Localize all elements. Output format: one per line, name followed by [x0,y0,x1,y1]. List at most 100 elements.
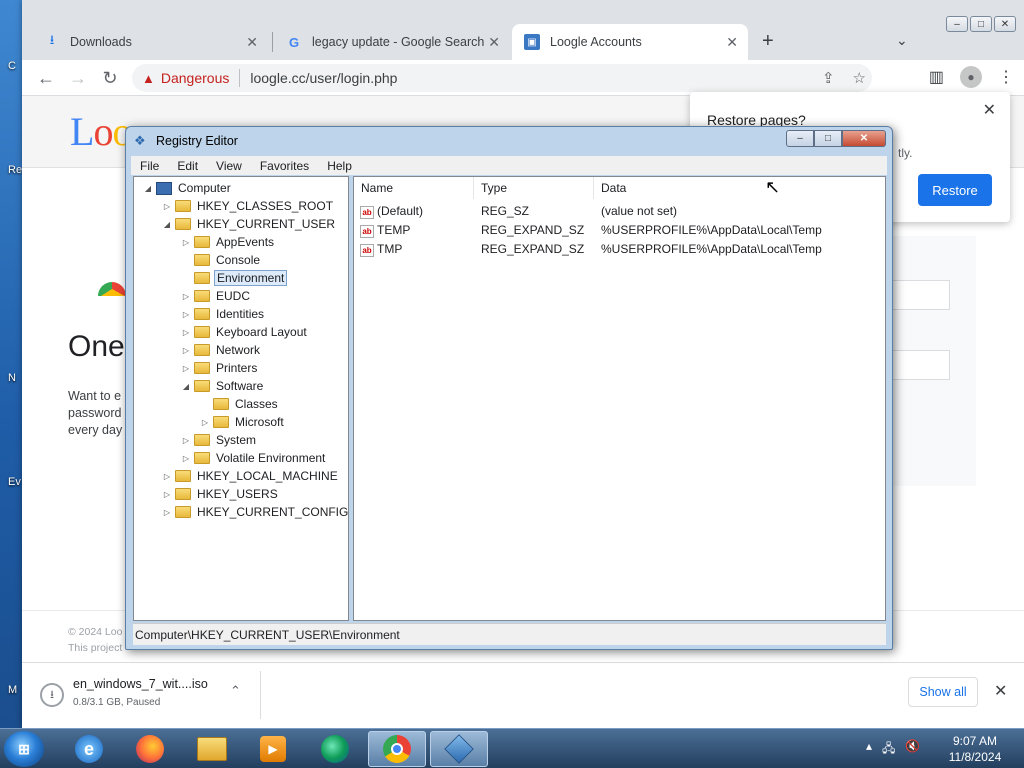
desktop-icon-label[interactable]: M [8,684,17,696]
expand-arrow-icon[interactable]: ▷ [180,328,192,337]
tree-node[interactable]: ▷ Network [180,341,262,359]
internet-explorer-icon[interactable]: e [60,731,118,767]
expand-arrow-icon[interactable]: ▷ [180,436,192,445]
close-icon[interactable]: ✕ [246,34,258,51]
close-icon[interactable]: ✕ [994,681,1007,701]
minimize-button[interactable]: – [946,16,968,32]
close-button[interactable]: ✕ [994,16,1016,32]
close-icon[interactable]: ✕ [726,34,738,51]
restore-button[interactable]: Restore [918,174,992,206]
maximize-button[interactable]: □ [814,130,842,147]
menu-favorites[interactable]: Favorites [251,159,318,173]
desktop-icon-label[interactable]: Ev [8,476,21,488]
chrome-icon[interactable] [368,731,426,767]
value-row[interactable]: ab (Default) REG_SZ (value not set) [354,202,885,221]
tree-node[interactable]: ▷ EUDC [180,287,252,305]
chevron-up-icon[interactable]: ⌃ [230,683,241,699]
column-header-type[interactable]: Type [474,177,594,199]
back-button[interactable]: ← [36,68,56,88]
collapse-arrow-icon[interactable]: ◢ [142,184,154,193]
tray-expand-icon[interactable]: ▴ [866,739,872,760]
value-name: ab TMP [360,242,402,257]
system-clock[interactable]: 9:07 AM 11/8/2024 [940,733,1010,765]
menu-view[interactable]: View [207,159,251,173]
profile-avatar[interactable]: ● [960,66,982,88]
menu-file[interactable]: File [131,159,168,173]
expand-arrow-icon[interactable]: ▷ [180,454,192,463]
tree-node[interactable]: ▷ HKEY_USERS [161,485,280,503]
expand-arrow-icon[interactable]: ▷ [180,310,192,319]
address-bar[interactable]: ▲ Dangerous loogle.cc/user/login.php ⇪ ☆ [132,64,872,92]
desktop-icon-label[interactable]: N [8,372,16,384]
download-progress-icon[interactable]: ⭳ [40,683,64,707]
expand-arrow-icon[interactable]: ▷ [199,418,211,427]
column-header-name[interactable]: Name [354,177,474,199]
new-tab-button[interactable]: + [762,30,774,53]
tab-search-button[interactable]: ⌄ [896,32,908,49]
menu-edit[interactable]: Edit [168,159,207,173]
file-explorer-icon[interactable] [183,731,241,767]
bookmark-star-icon[interactable]: ☆ [853,69,866,87]
tree-node[interactable]: ▷ Volatile Environment [180,449,327,467]
menu-kebab-icon[interactable]: ⋮ [998,67,1014,87]
desktop-icon-label[interactable]: C [8,60,16,72]
tree-node[interactable]: ◢ HKEY_CURRENT_USER [161,215,337,233]
share-icon[interactable]: ⇪ [822,69,835,87]
tree-node[interactable]: Environment [180,269,288,287]
tree-node[interactable]: ▷ System [180,431,258,449]
registry-title-bar[interactable]: ❖ Registry Editor [134,133,238,149]
expand-arrow-icon[interactable]: ▷ [180,238,192,247]
tree-node[interactable]: ▷ Microsoft [199,413,286,431]
expand-arrow-icon[interactable]: ▷ [161,508,173,517]
maximize-button[interactable]: □ [970,16,992,32]
network-icon[interactable]: 🖧 [882,739,895,760]
minimize-button[interactable]: – [786,130,814,147]
folder-icon [194,308,210,320]
download-file-name[interactable]: en_windows_7_wit....iso [73,677,208,691]
tree-node[interactable]: Console [180,251,262,269]
edge-icon[interactable] [306,731,364,767]
expand-arrow-icon[interactable]: ▷ [180,364,192,373]
close-icon[interactable]: ✕ [488,34,500,51]
tree-node[interactable]: ▷ Printers [180,359,259,377]
tree-node[interactable]: ◢ Software [180,377,265,395]
media-player-icon[interactable]: ▶ [244,731,302,767]
tree-node[interactable]: ▷ Keyboard Layout [180,323,309,341]
registry-editor-icon[interactable] [430,731,488,767]
expand-arrow-icon[interactable]: ▷ [161,202,173,211]
side-panel-icon[interactable]: ▥ [929,67,944,87]
expand-arrow-icon[interactable]: ▷ [161,472,173,481]
value-row[interactable]: ab TMP REG_EXPAND_SZ %USERPROFILE%\AppDat… [354,240,885,259]
tree-node[interactable]: ▷ Identities [180,305,266,323]
expand-arrow-icon[interactable]: ▷ [180,346,192,355]
expand-arrow-icon[interactable]: ▷ [161,490,173,499]
collapse-arrow-icon[interactable]: ◢ [161,220,173,229]
close-icon[interactable]: ✕ [983,100,996,120]
close-button[interactable]: ✕ [842,130,886,147]
tree-node[interactable]: ▷ HKEY_LOCAL_MACHINE [161,467,340,485]
password-field[interactable] [892,350,950,380]
value-row[interactable]: ab TEMP REG_EXPAND_SZ %USERPROFILE%\AppDa… [354,221,885,240]
tab-loogle-accounts[interactable]: ▣ Loogle Accounts ✕ [512,24,748,60]
tab-google-search[interactable]: G legacy update - Google Search ✕ [274,24,510,60]
firefox-icon[interactable] [121,731,179,767]
start-button[interactable]: ⊞ [4,731,44,767]
expand-arrow-icon[interactable]: ▷ [180,292,192,301]
tree-node[interactable]: ▷ HKEY_CURRENT_CONFIG [161,503,348,521]
desktop-icon-label[interactable]: Re [8,164,22,176]
menu-help[interactable]: Help [318,159,361,173]
reload-button[interactable]: ↻ [100,68,120,88]
username-field[interactable] [892,280,950,310]
volume-muted-icon[interactable]: 🔇 [905,739,920,760]
column-header-data[interactable]: Data [594,177,886,199]
tree-node[interactable]: ◢ Computer [142,179,233,197]
tree-node[interactable]: Classes [199,395,280,413]
collapse-arrow-icon[interactable]: ◢ [180,382,192,391]
show-all-button[interactable]: Show all [908,677,978,707]
tree-node[interactable]: ▷ HKEY_CLASSES_ROOT [161,197,335,215]
tab-downloads[interactable]: ⭳ Downloads ✕ [32,24,268,60]
tree-node[interactable]: ▷ AppEvents [180,233,276,251]
footer-line: © 2024 Loo [68,626,123,638]
registry-tree[interactable]: ◢ Computer ▷ HKEY_CLASSES_ROOT ◢ HKEY_CURRENT… [133,176,349,621]
forward-button[interactable]: → [68,68,88,88]
